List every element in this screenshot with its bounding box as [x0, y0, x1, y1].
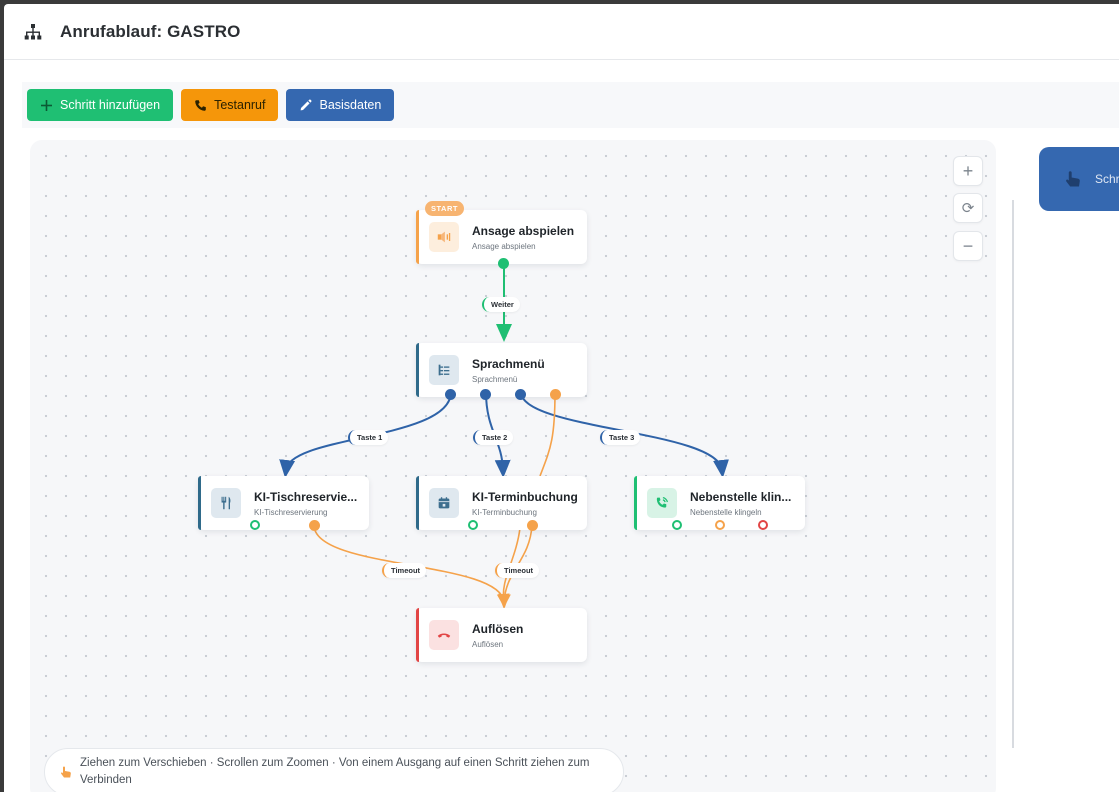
output-port-busy[interactable]	[758, 520, 768, 530]
output-port-timeout[interactable]	[527, 520, 538, 531]
node-extension[interactable]: Nebenstelle klin... Nebenstelle klingeln	[634, 476, 805, 530]
add-step-label: Schritt hinzufügen	[60, 98, 161, 112]
add-step-button[interactable]: Schritt hinzufügen	[27, 89, 174, 121]
plus-icon	[41, 99, 52, 111]
calendar-icon	[429, 488, 459, 518]
side-panel-label: Schr	[1095, 172, 1119, 186]
edge-label-weiter[interactable]: Weiter	[482, 297, 520, 312]
node-title: Sprachmenü	[472, 356, 545, 371]
call-flow-window: Anrufablauf: GASTRO Schritt hinzufügen T…	[4, 4, 1119, 792]
node-accent-bar	[634, 476, 637, 530]
phone-ring-icon	[647, 488, 677, 518]
edge-label-taste2[interactable]: Taste 2	[473, 430, 514, 445]
output-port-timeout[interactable]	[715, 520, 725, 530]
node-subtitle: KI-Tischreservierung	[254, 507, 328, 517]
node-subtitle: Auflösen	[472, 639, 504, 649]
zoom-reset-button[interactable]: ⟳	[953, 193, 983, 223]
zoom-out-icon: −	[962, 235, 974, 256]
hangup-icon	[429, 620, 459, 650]
node-title: Ansage abspielen	[472, 223, 575, 238]
refresh-icon: ⟳	[961, 200, 975, 217]
title-bar: Anrufablauf: GASTRO	[4, 4, 1119, 60]
output-port-timeout[interactable]	[309, 520, 320, 531]
output-port-success[interactable]	[672, 520, 682, 530]
node-title: Nebenstelle klin...	[690, 489, 792, 504]
edge-voice-menu-to-appointment[interactable]	[539, 391, 556, 477]
menu-list-icon	[429, 355, 459, 385]
node-accent-bar	[416, 608, 419, 662]
output-port-taste1[interactable]	[445, 389, 456, 400]
panel-divider[interactable]	[1012, 200, 1014, 748]
cutlery-icon	[211, 488, 241, 518]
sitemap-icon	[24, 23, 42, 39]
node-voice-menu[interactable]: Sprachmenü Sprachmenü	[416, 343, 587, 400]
base-data-label: Basisdaten	[319, 98, 382, 112]
node-subtitle: KI-Terminbuchung	[472, 507, 537, 517]
node-accent-bar	[416, 476, 419, 530]
pencil-icon	[301, 99, 312, 110]
usage-hint-text: Ziehen zum Verschieben · Scrollen zum Zo…	[80, 757, 590, 786]
base-data-button[interactable]: Basisdaten	[286, 89, 395, 121]
side-panel-card[interactable]: Schr	[1039, 147, 1119, 211]
node-subtitle: Nebenstelle klingeln	[690, 507, 762, 517]
output-port-timeout[interactable]	[550, 389, 561, 400]
edge-label-taste3[interactable]: Taste 3	[600, 430, 641, 445]
output-port[interactable]	[498, 258, 509, 269]
node-announce[interactable]: START Ansage abspielen Ansage abspielen	[416, 201, 587, 269]
node-accent-bar	[198, 476, 201, 530]
speaker-icon	[429, 222, 459, 252]
hand-pointer-icon	[1066, 171, 1080, 187]
zoom-in-button[interactable]: +	[953, 156, 983, 186]
test-call-button[interactable]: Testanruf	[181, 89, 279, 121]
edge-label-timeout1[interactable]: Timeout	[382, 563, 427, 578]
node-hangup[interactable]: Auflösen Auflösen	[416, 608, 587, 662]
node-appointment[interactable]: KI-Terminbuchung KI-Terminbuchung	[416, 476, 587, 531]
usage-hint: Ziehen zum Verschieben · Scrollen zum Zo…	[44, 748, 624, 792]
node-title: Auflösen	[472, 621, 524, 636]
node-title: KI-Tischreservie...	[254, 489, 358, 504]
zoom-out-button[interactable]: −	[953, 231, 983, 261]
edge-label-taste1[interactable]: Taste 1	[348, 430, 389, 445]
flow-canvas[interactable]: + ⟳ − START Ansage abspielen Ansage absp…	[30, 140, 996, 792]
edge-label-timeout2[interactable]: Timeout	[495, 563, 540, 578]
phone-icon	[195, 99, 206, 111]
node-accent-bar	[416, 210, 419, 264]
output-port-success[interactable]	[468, 520, 478, 530]
output-port-taste2[interactable]	[480, 389, 491, 400]
toolbar: Schritt hinzufügen Testanruf Basisdaten	[22, 82, 1119, 128]
zoom-in-icon: +	[962, 160, 974, 181]
node-subtitle: Sprachmenü	[472, 374, 518, 384]
page-title: Anrufablauf: GASTRO	[60, 21, 241, 41]
node-table-reservation[interactable]: KI-Tischreservie... KI-Tischreservierung	[198, 476, 369, 531]
output-port-taste3[interactable]	[515, 389, 526, 400]
test-call-label: Testanruf	[214, 98, 266, 112]
start-badge: START	[425, 201, 464, 216]
output-port-success[interactable]	[250, 520, 260, 530]
node-accent-bar	[416, 343, 419, 397]
hand-pointer-icon	[61, 766, 71, 778]
node-subtitle: Ansage abspielen	[472, 241, 536, 251]
node-title: KI-Terminbuchung	[472, 489, 578, 504]
